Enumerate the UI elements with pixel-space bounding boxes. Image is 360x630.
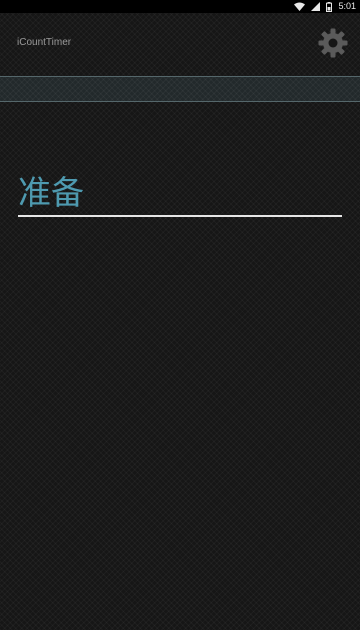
- status-bar: 5:01: [0, 0, 360, 13]
- status-icons: 5:01: [294, 1, 356, 12]
- toolbar: iCountTimer: [0, 13, 360, 76]
- gear-icon: [318, 28, 348, 58]
- settings-button[interactable]: [316, 26, 350, 60]
- app-title: iCountTimer: [17, 37, 72, 48]
- state-label: 准备: [18, 173, 84, 212]
- header-band: [0, 76, 360, 102]
- status-time: 5:01: [338, 1, 356, 11]
- app-body: iCountTimer 准备: [0, 13, 360, 630]
- signal-icon: [311, 2, 321, 11]
- state-underline: [18, 215, 342, 217]
- battery-icon: [326, 1, 333, 12]
- wifi-icon: [294, 2, 306, 11]
